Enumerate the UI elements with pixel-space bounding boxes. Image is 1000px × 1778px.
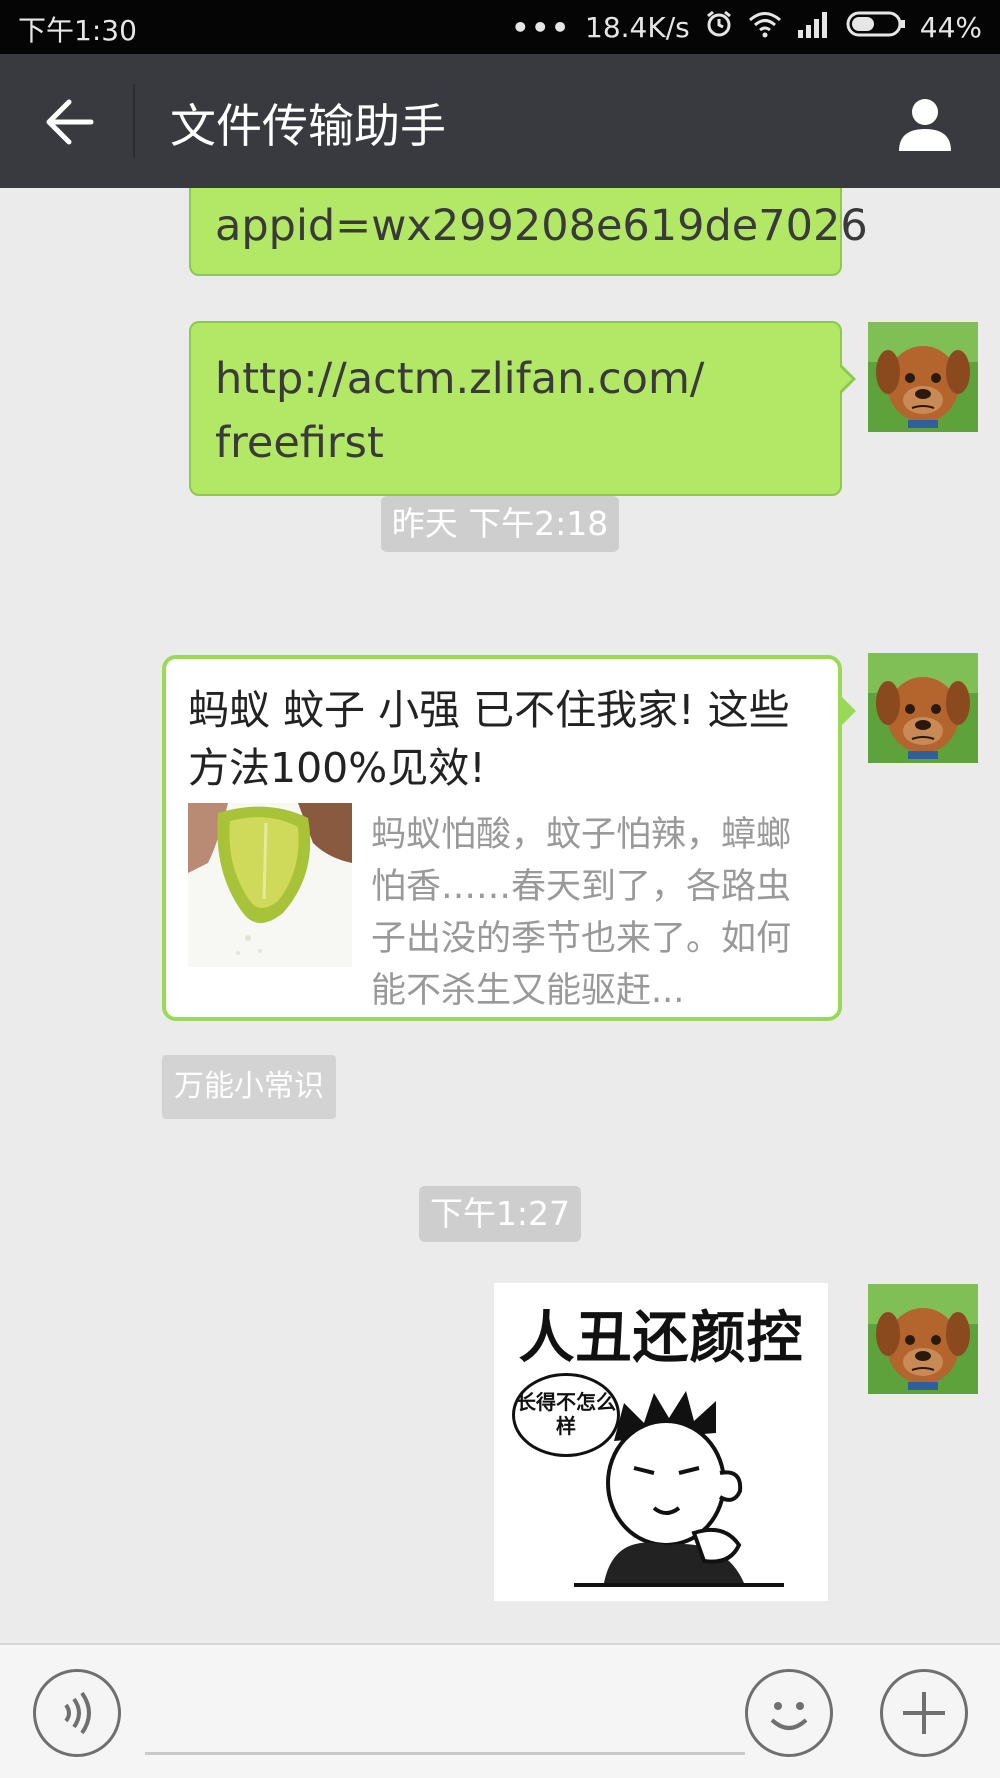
- avatar[interactable]: [868, 653, 978, 763]
- cartoon-face-illustration: [574, 1391, 784, 1587]
- battery-icon: [846, 10, 906, 45]
- chat-info-button[interactable]: [890, 88, 960, 158]
- back-button[interactable]: [30, 82, 110, 162]
- voice-icon: [64, 1691, 91, 1735]
- header-divider: [133, 84, 135, 158]
- timestamp-label: 下午1:27: [419, 1186, 581, 1242]
- battery-percent: 44%: [919, 11, 982, 44]
- message-input[interactable]: [145, 1685, 745, 1755]
- status-right: ••• 18.4K/s 44%: [511, 9, 982, 46]
- chat-title: 文件传输助手: [170, 99, 446, 153]
- timestamp-label: 昨天 下午2:18: [381, 496, 619, 552]
- avatar[interactable]: [868, 1284, 978, 1394]
- message-bubble-link-2[interactable]: http://actm.zlifan.com/ freefirst: [189, 321, 842, 496]
- sticker-image[interactable]: 人丑还颜控 长得不怎么样: [494, 1283, 828, 1601]
- voice-button[interactable]: [33, 1669, 121, 1757]
- message-text-line1: http://actm.zlifan.com/: [215, 354, 705, 404]
- signal-icon: [796, 10, 832, 45]
- plus-icon: [903, 1692, 945, 1734]
- avatar[interactable]: [868, 322, 978, 432]
- emoji-button[interactable]: [745, 1669, 833, 1757]
- bubble-tail-inner: [840, 367, 852, 391]
- back-arrow-icon: [46, 99, 94, 145]
- article-thumbnail: [188, 803, 352, 967]
- net-speed: 18.4K/s: [585, 11, 690, 44]
- input-bar: [0, 1643, 1000, 1778]
- message-bubble-link-1[interactable]: appid=wx299208e619de7026: [189, 188, 868, 276]
- wifi-icon: [748, 10, 782, 45]
- article-card[interactable]: 蚂蚁 蚊子 小强 已不住我家! 这些方法100%见效! 蚂蚁怕酸，蚊子怕辣，蟑螂…: [162, 655, 842, 1021]
- chat-header: 文件传输助手: [0, 54, 1000, 188]
- emoji-icon: [770, 1702, 808, 1730]
- article-source-label[interactable]: 万能小常识: [162, 1055, 336, 1119]
- article-title: 蚂蚁 蚊子 小强 已不住我家! 这些方法100%见效!: [188, 686, 790, 792]
- more-dots-icon: •••: [511, 11, 572, 44]
- status-bar: 下午1:30 ••• 18.4K/s 44%: [0, 0, 1000, 54]
- status-time: 下午1:30: [18, 14, 137, 47]
- person-icon: [899, 99, 951, 151]
- alarm-icon: [704, 9, 734, 46]
- message-text-line2: freefirst: [215, 418, 384, 468]
- article-description: 蚂蚁怕酸，蚊子怕辣，蟑螂怕香……春天到了，各路虫子出没的季节也来了。如何能不杀生…: [371, 815, 792, 1011]
- bubble-tail: [842, 697, 856, 725]
- more-options-button[interactable]: [880, 1669, 968, 1757]
- message-list[interactable]: appid=wx299208e619de7026 http://actm.zli…: [0, 188, 1000, 1643]
- message-text: appid=wx299208e619de7026: [215, 201, 868, 251]
